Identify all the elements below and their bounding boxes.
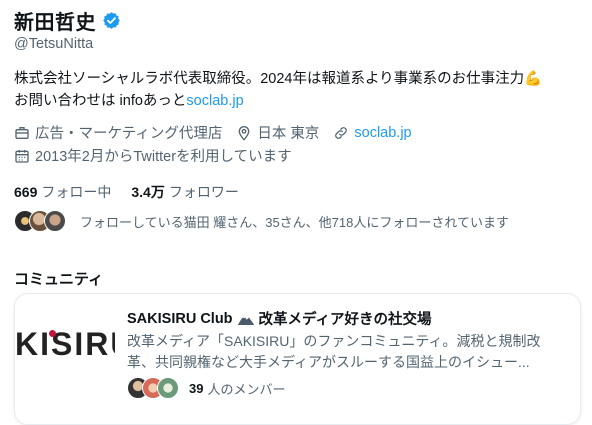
community-card[interactable]: KISIRU SAKISIRU Club 改革メディア好きの社交場 改革メディア… bbox=[14, 293, 581, 425]
followed-by-avatars bbox=[14, 210, 66, 232]
profile-handle: @TetsuNitta bbox=[14, 36, 94, 52]
logo-accent-dot bbox=[49, 330, 56, 337]
member-label: 人のメンバー bbox=[207, 381, 286, 397]
community-description: 改革メディア「SAKISIRU」のファンコミュニティ。減税と規制改 革、共同親権… bbox=[127, 331, 577, 373]
profile-name-row: 新田哲史 bbox=[14, 6, 121, 35]
following-count: 669 bbox=[14, 184, 38, 200]
member-avatars bbox=[127, 377, 179, 399]
following-link[interactable]: 669 フォロー中 bbox=[14, 182, 111, 202]
profile-meta-row: 広告・マーケティング代理店 日本 東京 soclab.jp bbox=[14, 122, 426, 143]
bio-link[interactable]: soclab.jp bbox=[186, 93, 243, 109]
followed-by-text: フォローしている猫田 耀さん、35さん、他718人にフォローされています bbox=[80, 214, 509, 230]
calendar-icon bbox=[15, 149, 29, 163]
verified-badge-icon[interactable] bbox=[102, 11, 121, 30]
website-link[interactable]: soclab.jp bbox=[354, 125, 411, 141]
member-count: 39 bbox=[189, 380, 204, 396]
location-pin-icon bbox=[239, 125, 250, 141]
profile-category: 広告・マーケティング代理店 bbox=[14, 122, 222, 143]
profile-website[interactable]: soclab.jp bbox=[333, 125, 412, 141]
bio-contact-text: お問い合わせは infoあっと bbox=[14, 93, 187, 109]
profile-joined-row: 2013年2月からTwitterを利用しています bbox=[14, 145, 306, 166]
avatar bbox=[157, 377, 179, 399]
followers-label: フォロワー bbox=[168, 184, 239, 200]
avatar bbox=[44, 210, 66, 232]
profile-location: 日本 東京 bbox=[236, 122, 319, 143]
profile-name: 新田哲史 bbox=[14, 12, 96, 34]
follow-stats: 669 フォロー中 3.4万 フォロワー bbox=[14, 182, 239, 202]
bio-line-2: お問い合わせは infoあっとsoclab.jp bbox=[14, 90, 589, 112]
community-members: 39 人のメンバー bbox=[127, 377, 285, 399]
profile-joined: 2013年2月からTwitterを利用しています bbox=[14, 145, 292, 166]
community-title-prefix: SAKISIRU Club bbox=[127, 310, 233, 327]
followed-by-row[interactable]: フォローしている猫田 耀さん、35さん、他718人にフォローされています bbox=[14, 210, 509, 232]
following-label: フォロー中 bbox=[41, 184, 112, 200]
community-desc-line-2: 革、共同親権など大手メディアがスルーする国益上のイシュー... bbox=[127, 354, 530, 370]
followers-link[interactable]: 3.4万 フォロワー bbox=[131, 182, 238, 202]
community-desc-line-1: 改革メディア「SAKISIRU」のファンコミュニティ。減税と規制改 bbox=[127, 333, 541, 349]
category-label: 広告・マーケティング代理店 bbox=[35, 126, 223, 142]
community-title-suffix: 改革メディア好きの社交場 bbox=[258, 312, 432, 328]
followers-count: 3.4万 bbox=[131, 184, 165, 200]
communities-heading: コミュニティ bbox=[14, 271, 104, 288]
location-label: 日本 東京 bbox=[257, 126, 320, 142]
joined-label: 2013年2月からTwitterを利用しています bbox=[35, 149, 292, 165]
briefcase-icon bbox=[15, 126, 29, 139]
community-title: SAKISIRU Club 改革メディア好きの社交場 bbox=[127, 308, 432, 329]
bio-line-1: 株式会社ソーシャルラボ代表取締役。2024年は報道系より事業系のお仕事注力💪 bbox=[14, 71, 543, 87]
community-logo-text: KISIRU bbox=[15, 326, 115, 362]
link-icon bbox=[335, 126, 348, 139]
mountain-icon bbox=[237, 314, 254, 325]
community-logo: KISIRU bbox=[15, 326, 115, 374]
profile-bio: 株式会社ソーシャルラボ代表取締役。2024年は報道系より事業系のお仕事注力💪 お… bbox=[14, 68, 589, 112]
